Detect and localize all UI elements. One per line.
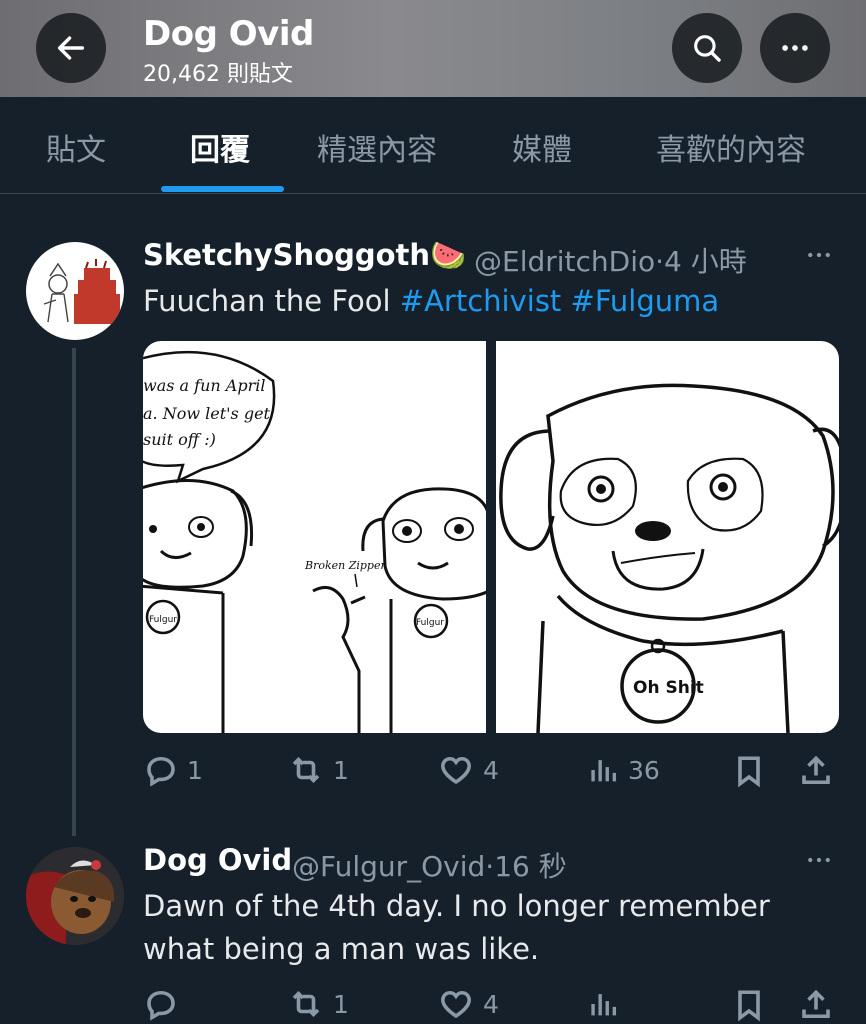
retweet-button[interactable]: 1: [287, 752, 349, 788]
profile-tabs: 貼文 回覆 精選內容 媒體 喜歡的內容: [0, 97, 866, 194]
bookmark-button[interactable]: [731, 752, 767, 790]
more-horizontal-icon: [782, 45, 808, 51]
reply-icon: [147, 990, 175, 1021]
bookmark-button[interactable]: [731, 986, 767, 1024]
search-button[interactable]: [672, 13, 742, 83]
back-button[interactable]: [36, 13, 106, 83]
tweet-more-button[interactable]: [802, 240, 836, 277]
active-tab-indicator: [161, 186, 284, 192]
hashtag-link[interactable]: #Fulguma: [571, 284, 720, 318]
views-button[interactable]: [586, 986, 628, 1022]
more-horizontal-icon: [808, 857, 830, 863]
share-icon: [802, 755, 830, 785]
tweet-text: Dawn of the 4th day. I no longer remembe…: [143, 889, 770, 966]
tweet-text: Fuuchan the Fool #Artchivist #Fulguma: [143, 284, 720, 318]
svg-text:Oh Shit: Oh Shit: [633, 678, 704, 698]
tweet-more-button[interactable]: [802, 845, 836, 882]
profile-title: Dog Ovid: [143, 14, 314, 54]
avatar-drawing: [43, 259, 120, 324]
views-button[interactable]: 36: [586, 752, 660, 788]
svg-text:Fulgur: Fulgur: [416, 618, 444, 628]
search-icon: [694, 35, 721, 62]
svg-text:Broken Zipper: Broken Zipper: [304, 559, 386, 572]
tab-media[interactable]: 媒體: [512, 125, 572, 169]
reply-button[interactable]: [143, 986, 187, 1022]
bookmark-icon: [738, 756, 760, 788]
share-icon: [802, 989, 830, 1019]
svg-text:suit off :): suit off :): [143, 430, 216, 449]
svg-text:was a fun April: was a fun April: [143, 376, 265, 395]
bar-chart-icon: [591, 760, 617, 782]
avatar-drawing: [26, 847, 124, 945]
tab-posts[interactable]: 貼文: [46, 125, 106, 169]
tab-highlights[interactable]: 精選內容: [317, 125, 437, 169]
arrow-left-icon: [57, 36, 85, 60]
like-button[interactable]: 4: [437, 752, 499, 788]
watermelon-emoji: 🍉: [430, 238, 467, 272]
profile-header: Dog Ovid 20,462 則貼文: [0, 0, 866, 97]
hashtag-link[interactable]: #Artchivist: [400, 284, 562, 318]
like-button[interactable]: 4: [437, 986, 499, 1022]
tab-replies[interactable]: 回覆: [190, 125, 250, 169]
tweet-author-name[interactable]: Dog Ovid: [143, 843, 292, 877]
svg-text:a. Now let's get: a. Now let's get: [143, 404, 271, 423]
reply-button[interactable]: 1: [143, 752, 203, 788]
retweet-button[interactable]: 1: [287, 986, 349, 1022]
bookmark-icon: [738, 990, 760, 1022]
more-button[interactable]: [760, 13, 830, 83]
svg-text:Fulgur: Fulgur: [149, 615, 177, 625]
tweet-author-handle[interactable]: @Fulgur_Ovid·16 秒: [292, 845, 567, 885]
tweet-author-name[interactable]: SketchyShoggoth🍉: [143, 238, 466, 273]
reply-icon: [147, 756, 175, 787]
post-count: 20,462 則貼文: [143, 62, 293, 87]
share-button[interactable]: [798, 986, 834, 1024]
avatar[interactable]: [26, 242, 124, 340]
bar-chart-icon: [591, 994, 617, 1016]
share-button[interactable]: [798, 752, 834, 790]
tweet-author-handle[interactable]: @EldritchDio·4 小時: [474, 240, 747, 280]
comic-image: was a fun April a. Now let's get suit of…: [143, 341, 839, 733]
avatar[interactable]: [26, 847, 124, 945]
heart-icon: [441, 990, 471, 1019]
retweet-icon: [292, 990, 320, 1018]
tab-likes[interactable]: 喜歡的內容: [656, 125, 806, 169]
tweet-media[interactable]: was a fun April a. Now let's get suit of…: [143, 341, 839, 733]
retweet-icon: [292, 756, 320, 784]
heart-icon: [441, 756, 471, 785]
tweet-timestamp: 4 小時: [664, 245, 747, 278]
more-horizontal-icon: [808, 252, 830, 258]
tweet-timestamp: 16 秒: [494, 850, 567, 883]
thread-connector: [72, 348, 76, 836]
